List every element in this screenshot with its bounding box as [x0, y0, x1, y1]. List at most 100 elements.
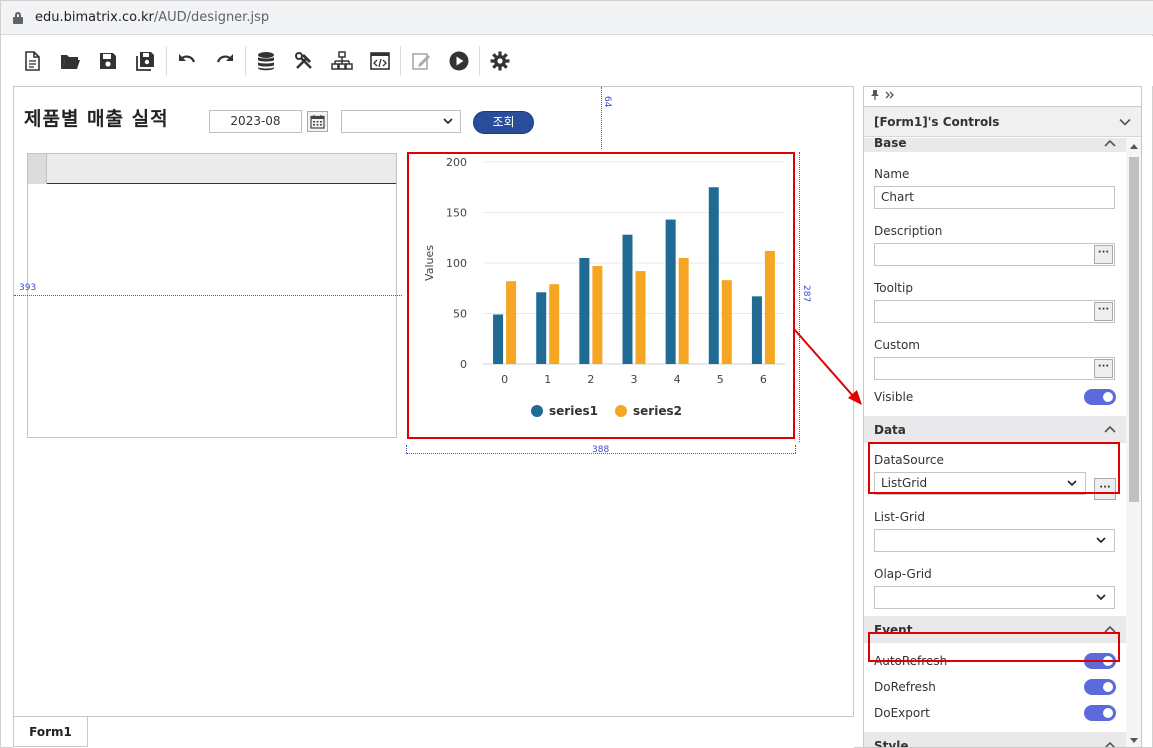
- prop-visible-label: Visible: [874, 390, 914, 404]
- bar-series2-6: [764, 250, 775, 364]
- chevron-up-icon[interactable]: [1104, 139, 1116, 147]
- visible-row: Visible: [864, 388, 1126, 406]
- bar-series2-3: [635, 271, 646, 364]
- y-tick-label: 0: [460, 358, 467, 371]
- ellipsis-button[interactable]: ···: [1094, 302, 1113, 321]
- edit-icon[interactable]: [402, 42, 440, 80]
- pin-icon[interactable]: [871, 90, 879, 103]
- settings-icon[interactable]: [481, 42, 519, 80]
- panel-scrollbar[interactable]: [1126, 138, 1141, 747]
- y-tick-label: 150: [446, 207, 467, 220]
- chevron-up-icon[interactable]: [1104, 426, 1116, 433]
- tooltip-field[interactable]: ···: [874, 300, 1115, 323]
- prop-olapgrid-label: Olap-Grid: [874, 567, 932, 581]
- bar-series2-4: [678, 257, 689, 364]
- query-button[interactable]: 조회: [473, 111, 534, 134]
- database-icon[interactable]: [247, 42, 285, 80]
- y-tick-label: 50: [453, 308, 467, 321]
- ellipsis-button[interactable]: ···: [1094, 245, 1113, 264]
- script-editor-icon[interactable]: [361, 42, 399, 80]
- panel-pin-bar: [864, 87, 1141, 107]
- new-document-icon[interactable]: [13, 42, 51, 80]
- section-data-label: Data: [874, 422, 906, 437]
- grid-header: [28, 154, 396, 184]
- calendar-icon[interactable]: [307, 111, 328, 132]
- bar-series2-0: [506, 281, 517, 364]
- legend-label-series1: series1: [549, 404, 598, 418]
- x-tick-label: 1: [544, 373, 551, 386]
- designer-window: edu.bimatrix.co.kr/AUD/designer.jsp 제품별 …: [0, 0, 1153, 748]
- dorefresh-toggle[interactable]: [1084, 679, 1116, 695]
- guide-label-top: 64: [602, 96, 612, 108]
- open-folder-icon[interactable]: [51, 42, 89, 80]
- prop-tooltip-label: Tooltip: [874, 281, 913, 295]
- prop-doexport-label: DoExport: [874, 706, 930, 720]
- chevron-up-icon[interactable]: [1104, 742, 1116, 748]
- section-base-label: Base: [874, 138, 907, 150]
- toolbar-separator: [479, 46, 480, 76]
- olapgrid-select[interactable]: [874, 586, 1115, 609]
- bar-series2-5: [721, 280, 732, 364]
- section-base[interactable]: Base: [864, 138, 1126, 152]
- run-icon[interactable]: [440, 42, 478, 80]
- section-style-label: Style: [874, 738, 909, 748]
- x-tick-label: 4: [674, 373, 681, 386]
- filter-select[interactable]: [341, 110, 461, 133]
- bar-series1-3: [622, 234, 633, 364]
- visible-toggle[interactable]: [1084, 389, 1116, 405]
- guide-line-right: [799, 152, 800, 442]
- section-data[interactable]: Data: [864, 416, 1126, 443]
- legend-marker-series1: [531, 405, 543, 417]
- y-axis-label: Values: [423, 245, 436, 281]
- undo-icon[interactable]: [168, 42, 206, 80]
- page-title[interactable]: 제품별 매출 실적: [24, 104, 169, 131]
- url-text[interactable]: edu.bimatrix.co.kr/AUD/designer.jsp: [35, 10, 269, 25]
- chevron-down-icon: [1096, 594, 1106, 601]
- ellipsis-button[interactable]: ···: [1094, 359, 1113, 378]
- save-icon[interactable]: [89, 42, 127, 80]
- form-tab-bar: Form1: [13, 717, 854, 748]
- guide-tick: [795, 445, 796, 453]
- x-tick-label: 3: [631, 373, 638, 386]
- tab-form1[interactable]: Form1: [13, 717, 88, 747]
- bar-series2-2: [592, 266, 603, 364]
- save-all-icon[interactable]: [127, 42, 165, 80]
- tools-icon[interactable]: [285, 42, 323, 80]
- scroll-down-icon[interactable]: [1130, 738, 1138, 743]
- autorefresh-highlight: [868, 632, 1120, 662]
- description-field[interactable]: ···: [874, 243, 1115, 266]
- prop-name-label: Name: [874, 167, 910, 181]
- redo-icon[interactable]: [206, 42, 244, 80]
- toolbar-separator: [166, 46, 167, 76]
- legend-label-series2: series2: [633, 404, 682, 418]
- doexport-row: DoExport: [864, 703, 1126, 723]
- x-tick-label: 6: [760, 373, 767, 386]
- bar-series1-6: [751, 296, 762, 364]
- toolbar: [1, 36, 1153, 86]
- legend-marker-series2: [615, 405, 627, 417]
- guide-tick: [406, 445, 407, 453]
- section-style[interactable]: Style: [864, 732, 1126, 748]
- designer-canvas[interactable]: 제품별 매출 실적 2023-08 조회 393 64 287 388 0 50 1…: [13, 86, 854, 717]
- chevron-down-icon: [443, 118, 453, 125]
- toolbar-separator: [245, 46, 246, 76]
- prop-listgrid-label: List-Grid: [874, 510, 925, 524]
- chevron-down-icon[interactable]: [1119, 118, 1131, 126]
- date-field[interactable]: 2023-08: [209, 110, 302, 133]
- listgrid-select[interactable]: [874, 529, 1115, 552]
- bar-series2-1: [549, 284, 560, 364]
- doexport-toggle[interactable]: [1084, 705, 1116, 721]
- hierarchy-icon[interactable]: [323, 42, 361, 80]
- bar-series1-5: [708, 187, 719, 364]
- custom-field[interactable]: ···: [874, 357, 1115, 380]
- y-tick-label: 200: [446, 156, 467, 169]
- bar-chart: 0 50 100 150 200 Values 0 1 2 3 4 5 6 series1 series2: [423, 156, 785, 418]
- expand-icon[interactable]: [885, 91, 895, 102]
- x-tick-label: 0: [501, 373, 508, 386]
- name-field[interactable]: Chart: [874, 186, 1115, 209]
- controls-header[interactable]: [Form1]'s Controls: [864, 107, 1141, 137]
- chart-control[interactable]: 0 50 100 150 200 Values 0 1 2 3 4 5 6 series1 series2: [407, 152, 795, 439]
- address-bar[interactable]: edu.bimatrix.co.kr/AUD/designer.jsp: [1, 1, 1153, 35]
- scroll-up-icon[interactable]: [1130, 144, 1138, 149]
- scroll-thumb[interactable]: [1129, 157, 1139, 502]
